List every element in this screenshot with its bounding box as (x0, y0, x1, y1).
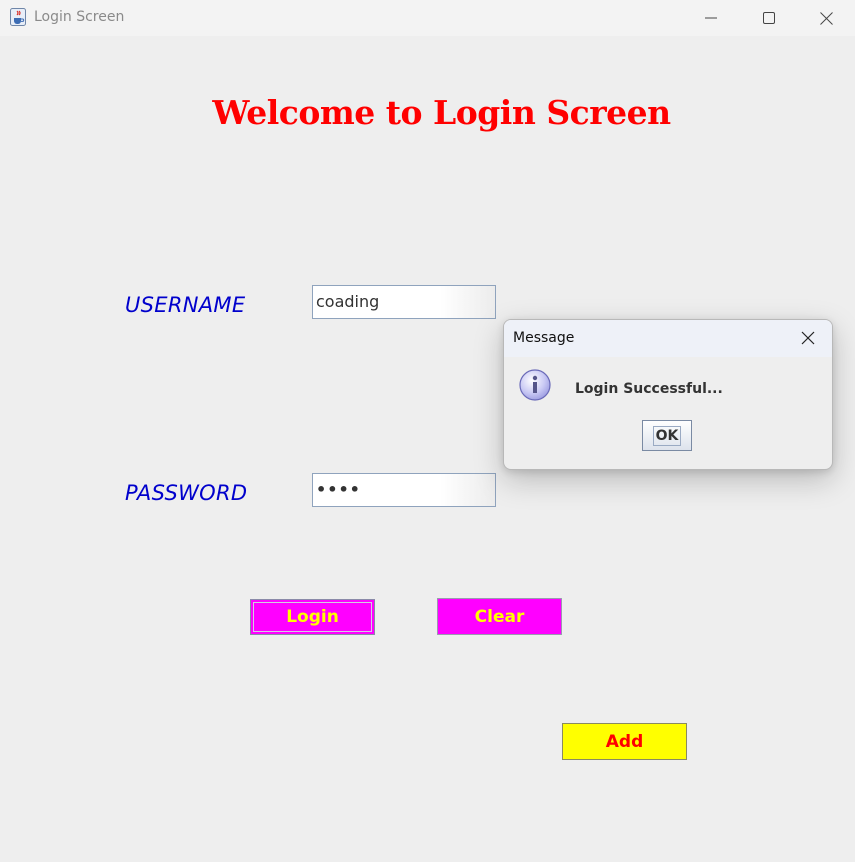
close-button[interactable] (797, 0, 855, 36)
clear-button[interactable]: Clear (437, 598, 562, 635)
maximize-button[interactable] (740, 0, 798, 36)
ok-button-label: OK (652, 425, 682, 446)
close-icon[interactable] (800, 330, 816, 346)
window-title: Login Screen (34, 9, 125, 25)
dialog-message: Login Successful... (575, 381, 723, 397)
password-label: PASSWORD (125, 481, 248, 505)
login-window: Login Screen Welcome to Login Screen USE… (0, 0, 855, 862)
info-icon (519, 369, 551, 401)
dialog-titlebar[interactable]: Message (504, 320, 832, 357)
password-field[interactable]: •••• (312, 473, 496, 507)
maximize-icon (763, 12, 775, 24)
java-cup-icon (10, 8, 26, 26)
add-button[interactable]: Add (562, 723, 687, 760)
window-titlebar[interactable]: Login Screen (0, 0, 855, 36)
dialog-title: Message (513, 330, 575, 346)
minimize-icon (705, 17, 717, 19)
page-title: Welcome to Login Screen (212, 93, 671, 132)
username-field[interactable]: coading (312, 285, 496, 319)
minimize-button[interactable] (682, 0, 740, 36)
message-dialog: Message Login Successful... OK (503, 319, 833, 470)
ok-button[interactable]: OK (642, 420, 692, 451)
username-label: USERNAME (125, 293, 246, 317)
login-button[interactable]: Login (250, 599, 375, 635)
close-icon (819, 11, 833, 25)
